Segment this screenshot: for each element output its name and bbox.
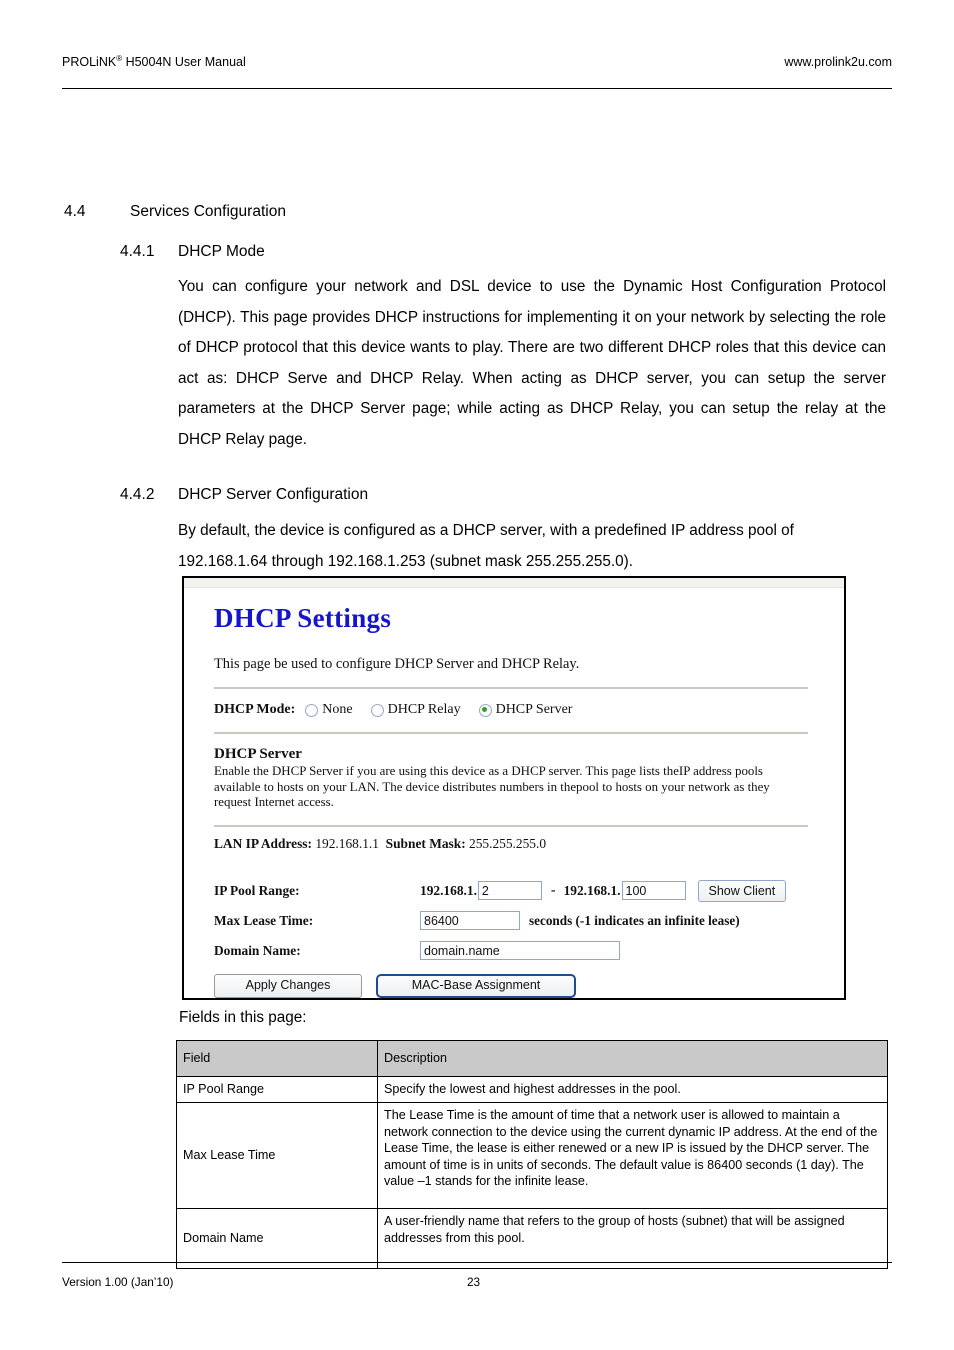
section-number-4-4-2: 4.4.2 — [120, 486, 155, 503]
pool-end-input[interactable]: 100 — [621, 881, 686, 900]
max-lease-time-input[interactable]: 86400 — [420, 911, 520, 930]
section-title-4-4-1: DHCP Mode — [178, 243, 265, 260]
dhcp-server-subtitle: DHCP Server — [214, 746, 302, 762]
radio-option-none[interactable]: None — [305, 702, 353, 718]
document-page: PROLiNK® H5004N User Manual www.prolink2… — [0, 0, 954, 1350]
figure-dhcp-settings-screenshot: DHCP Settings This page be used to confi… — [182, 576, 846, 1000]
radio-label-none: None — [322, 702, 353, 717]
radio-icon-dhcp-server[interactable] — [478, 703, 492, 717]
fields-caption: Fields in this page: — [179, 1009, 307, 1026]
header-manual-name: H5004N User Manual — [122, 55, 246, 69]
dhcp-mode-radio-group[interactable]: None DHCP Relay DHCP Server — [305, 702, 590, 718]
ip-pool-range-label: IP Pool Range: — [214, 882, 300, 898]
apply-changes-button[interactable]: Apply Changes — [214, 973, 362, 998]
radio-icon-dhcp-relay[interactable] — [370, 703, 384, 717]
table-cell-description: A user-friendly name that refers to the … — [377, 1208, 888, 1270]
pool-start-input[interactable]: 2 — [477, 881, 542, 900]
section-title-4-4: Services Configuration — [130, 203, 286, 220]
section-number-4-4: 4.4 — [64, 203, 86, 220]
paragraph-dhcp-server-config: By default, the device is configured as … — [178, 522, 794, 570]
show-client-button[interactable]: Show Client — [697, 879, 787, 902]
max-lease-time-label: Max Lease Time: — [214, 912, 314, 928]
dhcp-settings-intro: This page be used to configure DHCP Serv… — [214, 656, 580, 672]
divider-1 — [214, 687, 808, 689]
footer-page-number: 23 — [467, 1275, 481, 1289]
paragraph-dhcp-mode: You can configure your network and DSL d… — [178, 278, 886, 448]
table-row: IP Pool Range Specify the lowest and hig… — [176, 1075, 888, 1104]
table-cell-description: The Lease Time is the amount of time tha… — [377, 1102, 888, 1210]
radio-icon-none[interactable] — [305, 703, 319, 717]
mac-base-assignment-button[interactable]: MAC-Base Assignment — [376, 973, 576, 998]
section-heading-4-4-1: 4.4.1 DHCP Mode — [120, 243, 265, 261]
domain-name-row: Domain Name: domain.name — [214, 936, 822, 966]
section-number-4-4-1: 4.4.1 — [120, 243, 155, 260]
table-cell-description: Specify the lowest and highest addresses… — [377, 1075, 888, 1104]
dhcp-mode-row: DHCP Mode: None DHCP Relay DHCP Server — [214, 702, 822, 718]
fields-table: Field Description IP Pool Range Specify … — [176, 1040, 888, 1270]
pool-start-prefix: 192.168.1. — [420, 882, 477, 898]
table-header-row: Field Description — [176, 1040, 888, 1077]
header-divider — [62, 88, 892, 89]
header-website: www.prolink2u.com — [784, 55, 892, 69]
table-row: Max Lease Time The Lease Time is the amo… — [176, 1102, 888, 1210]
domain-name-input[interactable]: domain.name — [420, 941, 620, 960]
domain-name-label: Domain Name: — [214, 942, 301, 958]
header-brand: PROLiNK — [62, 55, 117, 69]
radio-option-dhcp-server[interactable]: DHCP Server — [478, 702, 573, 718]
section-heading-4-4-2: 4.4.2 DHCP Server Configuration — [120, 486, 368, 504]
radio-label-dhcp-relay: DHCP Relay — [387, 702, 461, 717]
footer-divider — [62, 1262, 892, 1263]
lan-info-row: LAN IP Address: 192.168.1.1 Subnet Mask:… — [214, 836, 822, 852]
max-lease-time-row: Max Lease Time: 86400 seconds (-1 indica… — [214, 906, 822, 936]
section-heading-4-4: 4.4 Services Configuration — [64, 203, 286, 221]
screenshot-content: DHCP Settings This page be used to confi… — [184, 587, 844, 998]
dhcp-mode-label: DHCP Mode: — [214, 702, 296, 717]
table-cell-field: Domain Name — [176, 1208, 378, 1270]
table-header-field: Field — [176, 1040, 378, 1077]
table-row: Domain Name A user-friendly name that re… — [176, 1208, 888, 1270]
form-button-row: Apply Changes MAC-Base Assignment — [214, 973, 822, 998]
dhcp-server-form: IP Pool Range: 192.168.1. 2 - 192.168.1.… — [214, 876, 822, 998]
pool-end-prefix: 192.168.1. — [563, 882, 621, 898]
divider-2 — [214, 732, 808, 734]
header-doc-title: PROLiNK® H5004N User Manual — [62, 54, 246, 69]
dhcp-settings-title: DHCP Settings — [214, 603, 392, 633]
radio-label-dhcp-server: DHCP Server — [495, 702, 573, 717]
table-cell-field: Max Lease Time — [176, 1102, 378, 1210]
max-lease-time-hint: seconds (-1 indicates an infinite lease) — [529, 912, 740, 928]
subnet-mask-label: Subnet Mask: — [385, 835, 466, 851]
divider-3 — [214, 824, 808, 827]
subnet-mask-value: 255.255.255.0 — [469, 835, 547, 851]
pool-range-separator: - — [550, 882, 556, 898]
running-header: PROLiNK® H5004N User Manual www.prolink2… — [62, 54, 892, 69]
ip-pool-range-row: IP Pool Range: 192.168.1. 2 - 192.168.1.… — [214, 876, 822, 906]
radio-option-dhcp-relay[interactable]: DHCP Relay — [370, 702, 461, 718]
footer-version: Version 1.00 (Jan’10) — [62, 1275, 174, 1289]
table-cell-field: IP Pool Range — [176, 1075, 378, 1104]
section-title-4-4-2: DHCP Server Configuration — [178, 486, 369, 503]
lan-ip-label: LAN IP Address: — [214, 835, 312, 851]
lan-ip-value: 192.168.1.1 — [315, 835, 379, 851]
table-header-description: Description — [377, 1040, 888, 1077]
dhcp-server-description: Enable the DHCP Server if you are using … — [214, 764, 770, 809]
